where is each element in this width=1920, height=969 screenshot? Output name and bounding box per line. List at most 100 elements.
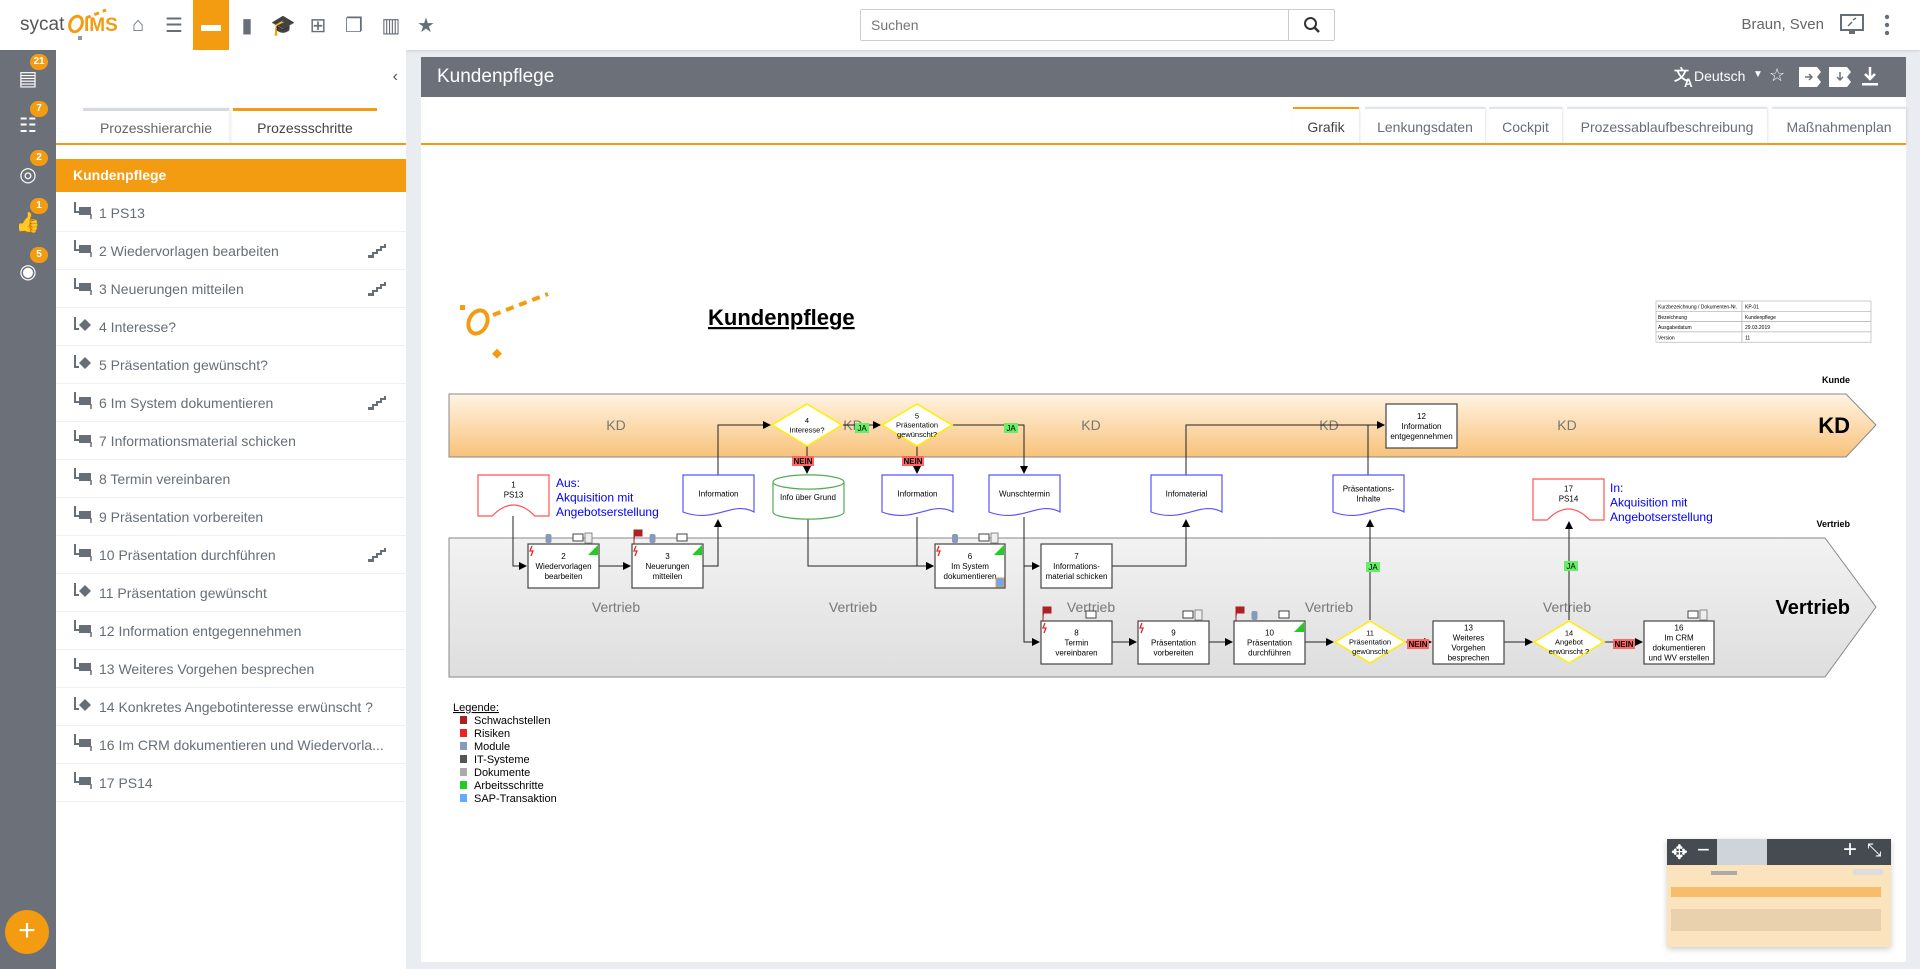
rail-item-glasses[interactable]: ◎ 2 <box>0 150 56 194</box>
training-icon[interactable]: 🎓 <box>265 0 301 50</box>
rail-item-document-gear[interactable]: ▤ 21 <box>0 54 56 98</box>
copies-icon[interactable]: ❐ <box>336 0 372 50</box>
search-button[interactable] <box>1288 10 1334 40</box>
tab-prozesshierarchie[interactable]: Prozesshierarchie <box>83 108 229 144</box>
language-select[interactable]: Deutsch <box>1694 68 1745 84</box>
minimap[interactable]: ✥ − + ⤡ <box>1667 836 1891 947</box>
step-list-item[interactable]: 11 Präsentation gewünscht <box>56 574 406 612</box>
step-list-item[interactable]: 6 Im System dokumentieren <box>56 384 406 422</box>
decision-icon <box>73 583 93 602</box>
zoom-out-icon[interactable]: − <box>1697 837 1710 863</box>
step-label: 1 PS13 <box>99 204 145 221</box>
count-badge: 21 <box>30 54 48 70</box>
step-list-item[interactable]: 7 Informationsmaterial schicken <box>56 422 406 460</box>
process-icon[interactable]: ▬ <box>193 0 229 50</box>
rail-item-checklist[interactable]: ☷ 7 <box>0 101 56 145</box>
svg-text:A: A <box>1684 76 1693 88</box>
step-list-item[interactable]: 17 PS14 <box>56 764 406 802</box>
step-list-item[interactable]: 12 Information entgegennehmen <box>56 612 406 650</box>
step-list-item[interactable]: 4 Interesse? <box>56 308 406 346</box>
user-name[interactable]: Braun, Sven <box>1741 16 1824 33</box>
side-panel: ‹ Prozesshierarchie Prozessschritte Kund… <box>56 50 406 969</box>
step-label: 17 PS14 <box>99 774 153 791</box>
logo-text: sycat <box>20 14 65 35</box>
home-icon[interactable]: ⌂ <box>120 0 156 50</box>
stairs-icon[interactable] <box>368 396 386 413</box>
step-list-item[interactable]: 8 Termin vereinbaren <box>56 460 406 498</box>
zoom-in-icon[interactable]: + <box>1843 836 1857 864</box>
fit-icon[interactable]: ⤡ <box>1867 840 1881 861</box>
caret-down-icon[interactable]: ▼ <box>1753 69 1763 80</box>
star-icon[interactable]: ★ <box>408 0 444 50</box>
org-chart-icon[interactable]: ⊞ <box>300 0 336 50</box>
step-label: 5 Präsentation gewünscht? <box>99 356 268 373</box>
import-process-icon[interactable] <box>1799 67 1821 87</box>
step-label: 11 Präsentation gewünscht <box>99 584 267 601</box>
step-label: 13 Weiteres Vorgehen besprechen <box>99 660 315 677</box>
remote-monitor-icon[interactable] <box>1840 14 1864 36</box>
tab-grafik[interactable]: Grafik <box>1293 107 1359 144</box>
tab-lenkungsdaten[interactable]: Lenkungsdaten <box>1365 107 1485 144</box>
search-input[interactable] <box>861 10 1286 40</box>
step-label: 16 Im CRM dokumentieren und Wiedervorla.… <box>99 736 384 753</box>
count-badge: 1 <box>30 198 48 214</box>
process-step-icon <box>73 544 93 565</box>
step-list-item[interactable]: 10 Präsentation durchführen <box>56 536 406 574</box>
process-step-icon <box>73 658 93 679</box>
tab-underline <box>56 143 406 145</box>
step-label: 7 Informationsmaterial schicken <box>99 432 296 449</box>
move-icon[interactable]: ✥ <box>1671 840 1688 865</box>
rail-item-target-check[interactable]: ◉ 5 <box>0 247 56 291</box>
step-label: 14 Konkretes Angebotinteresse erwünscht … <box>99 698 373 715</box>
process-step-icon <box>73 240 93 261</box>
step-label: 2 Wiedervorlagen bearbeiten <box>99 242 279 259</box>
process-step-icon <box>73 772 93 793</box>
rail-item-thumbs[interactable]: 👍 1 <box>0 198 56 242</box>
step-list-item[interactable]: 2 Wiedervorlagen bearbeiten <box>56 232 406 270</box>
step-list-item[interactable]: 13 Weiteres Vorgehen besprechen <box>56 650 406 688</box>
tab-prozessschritte[interactable]: Prozessschritte <box>233 108 377 144</box>
step-label: 10 Präsentation durchführen <box>99 546 276 563</box>
process-step-icon <box>73 468 93 489</box>
tab-massnahmenplan[interactable]: Maßnahmenplan <box>1772 107 1906 144</box>
tasks-icon[interactable]: ☰ <box>156 0 192 50</box>
decision-icon <box>73 697 93 716</box>
step-label: 12 Information entgegennehmen <box>99 622 302 639</box>
tab-prozessablaufbeschreibung[interactable]: Prozessablaufbeschreibung <box>1567 107 1767 144</box>
selected-process[interactable]: Kundenpflege <box>56 159 406 192</box>
step-label: 9 Präsentation vorbereiten <box>99 508 264 525</box>
stairs-icon[interactable] <box>368 548 386 565</box>
minimap-preview <box>1671 869 1883 931</box>
process-step-icon <box>73 392 93 413</box>
count-badge: 7 <box>30 101 48 117</box>
decision-icon <box>73 355 93 374</box>
step-label: 8 Termin vereinbaren <box>99 470 231 487</box>
process-step-icon <box>73 278 93 299</box>
step-list-item[interactable]: 9 Präsentation vorbereiten <box>56 498 406 536</box>
step-list-item[interactable]: 3 Neuerungen mitteilen <box>56 270 406 308</box>
more-vertical-icon[interactable] <box>1883 14 1891 36</box>
minimap-zoom-slider[interactable] <box>1717 839 1767 865</box>
step-list-item[interactable]: 16 Im CRM dokumentieren und Wiedervorla.… <box>56 726 406 764</box>
step-list-item[interactable]: 5 Präsentation gewünscht? <box>56 346 406 384</box>
stairs-icon[interactable] <box>368 244 386 261</box>
document-icon[interactable]: ▮ <box>229 0 265 50</box>
process-step-icon <box>73 734 93 755</box>
step-label: 6 Im System dokumentieren <box>99 394 274 411</box>
step-list-item[interactable]: 14 Konkretes Angebotinteresse erwünscht … <box>56 688 406 726</box>
add-button[interactable]: + <box>5 910 49 954</box>
step-list-item[interactable]: 1 PS13 <box>56 194 406 232</box>
translate-icon[interactable]: 文A <box>1674 66 1696 88</box>
collapse-panel-icon[interactable]: ‹ <box>393 68 398 86</box>
process-step-icon <box>73 506 93 527</box>
chart-icon[interactable]: ▥ <box>373 0 409 50</box>
main-panel: Kundenpflege 文A Deutsch ▼ ☆ Grafik Lenku… <box>421 57 1906 962</box>
download-icon[interactable] <box>1861 67 1879 87</box>
export-process-icon[interactable] <box>1829 67 1851 87</box>
top-bar: sycat IMS Braun, Sven ⌂☰▬▮🎓⊞❐▥★ <box>0 0 1920 50</box>
stairs-icon[interactable] <box>368 282 386 299</box>
page-title: Kundenpflege <box>437 66 555 87</box>
tab-cockpit[interactable]: Cockpit <box>1489 107 1562 144</box>
step-label: 3 Neuerungen mitteilen <box>99 280 244 297</box>
favorite-star-icon[interactable]: ☆ <box>1769 65 1785 86</box>
